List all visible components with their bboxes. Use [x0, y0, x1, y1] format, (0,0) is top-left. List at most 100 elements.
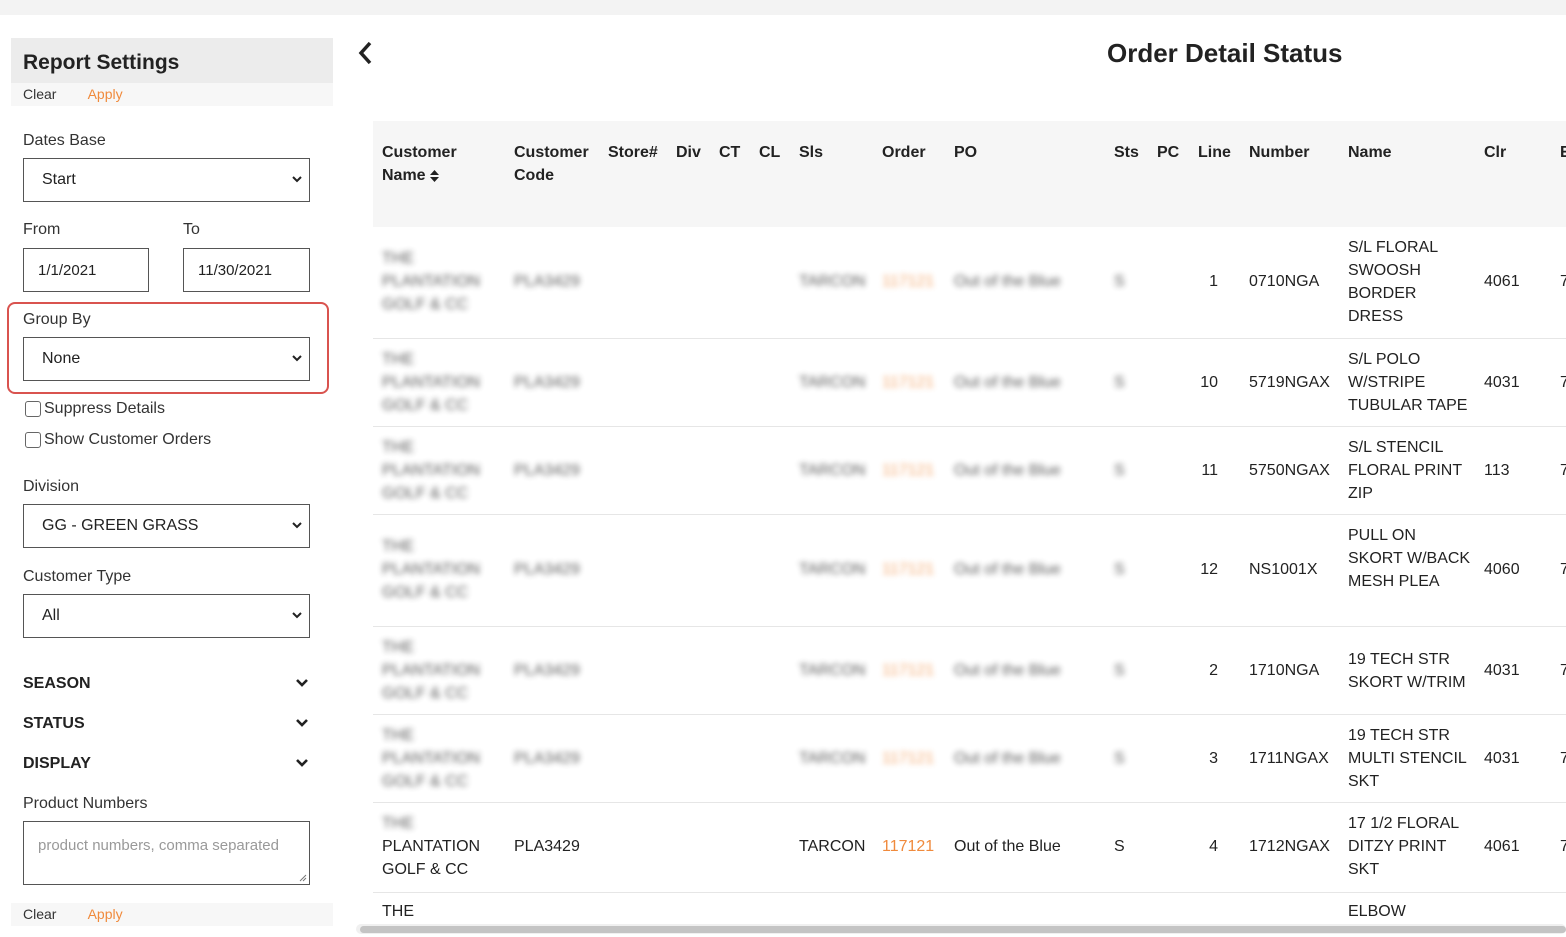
sls-cell: TARCON — [799, 662, 866, 679]
resize-grip-icon[interactable] — [299, 874, 307, 882]
chevron-down-icon[interactable] — [295, 757, 309, 769]
customer-code-cell: PLA3429 — [514, 273, 580, 290]
table-row[interactable]: THE PLANTATION GOLF & CC PLA3429 TARCON … — [373, 339, 1566, 427]
column-ct[interactable]: CT — [719, 141, 740, 164]
clear-button-bottom[interactable]: Clear — [23, 906, 56, 922]
customer-type-value: All — [42, 607, 60, 624]
dates-base-label: Dates Base — [23, 132, 106, 149]
table-row[interactable]: THE ELBOW — [373, 893, 1566, 921]
clr-cell: 113 — [1484, 462, 1510, 479]
po-cell: Out of the Blue — [954, 662, 1061, 679]
sts-cell: S — [1114, 838, 1125, 855]
checkbox-box[interactable] — [25, 432, 41, 448]
number-cell: 1711NGAX — [1249, 750, 1329, 767]
name-cell: 19 TECH STR MULTI STENCIL SKT — [1348, 727, 1467, 790]
customer-code-cell: PLA3429 — [514, 838, 580, 855]
show-customer-orders-label: Show Customer Orders — [44, 431, 212, 448]
page-title: Order Detail Status — [1107, 38, 1343, 68]
order-link[interactable]: 117121 — [882, 835, 934, 858]
line-cell: 10 — [1200, 374, 1218, 391]
division-select[interactable]: GG - GREEN GRASS — [23, 504, 310, 548]
number-cell: 1712NGAX — [1249, 838, 1330, 855]
sort-icon[interactable] — [430, 169, 440, 182]
suppress-details-checkbox[interactable]: Suppress Details — [25, 400, 165, 418]
customer-name-first-line: THE — [382, 815, 414, 832]
table-row[interactable]: THE PLANTATION GOLF & CC PLA3429 TARCON … — [373, 715, 1566, 803]
next-cell: 7 — [1560, 462, 1566, 479]
line-cell: 4 — [1209, 838, 1218, 855]
customer-code-cell: PLA3429 — [514, 561, 580, 578]
column-div[interactable]: Div — [676, 141, 701, 164]
show-customer-orders-checkbox[interactable]: Show Customer Orders — [25, 431, 211, 449]
sts-cell: S — [1114, 750, 1125, 767]
customer-name-cell: THE PLANTATION GOLF & CC — [382, 639, 481, 702]
po-cell: Out of the Blue — [954, 374, 1061, 391]
column-sls[interactable]: Sls — [799, 141, 823, 164]
apply-button-bottom[interactable]: Apply — [88, 906, 123, 922]
column-cl[interactable]: CL — [759, 141, 780, 164]
next-cell: 7 — [1560, 561, 1566, 578]
column-store[interactable]: Store# — [608, 141, 658, 164]
division-value: GG - GREEN GRASS — [42, 517, 199, 534]
table-row[interactable]: THE PLANTATION GOLF & CC PLA3429 TARCON … — [373, 227, 1566, 339]
order-link[interactable]: 117121 — [882, 371, 934, 394]
customer-type-select[interactable]: All — [23, 594, 310, 638]
chevron-down-icon[interactable] — [295, 677, 309, 689]
number-cell: 5719NGAX — [1249, 374, 1330, 391]
checkbox-box[interactable] — [25, 401, 41, 417]
bottom-actions: Clear Apply — [11, 903, 333, 926]
chevron-down-icon[interactable] — [295, 717, 309, 729]
order-link[interactable]: 117121 — [882, 459, 934, 482]
clr-cell: 4031 — [1484, 750, 1520, 767]
clr-cell: 4061 — [1484, 838, 1520, 855]
column-pc[interactable]: PC — [1157, 141, 1179, 164]
group-by-select[interactable]: None — [23, 337, 310, 381]
order-link[interactable]: 117121 — [882, 659, 934, 682]
order-link[interactable]: 117121 — [882, 558, 934, 581]
column-po[interactable]: PO — [954, 141, 977, 164]
customer-name-cell: THE PLANTATION GOLF & CC — [382, 250, 481, 313]
name-cell: 17 1/2 FLORAL DITZY PRINT SKT — [1348, 815, 1459, 878]
column-line[interactable]: Line — [1198, 141, 1231, 164]
column-customer-code[interactable]: Customer Code — [514, 141, 594, 187]
column-clr[interactable]: Clr — [1484, 141, 1506, 164]
horizontal-scrollbar[interactable] — [356, 924, 1566, 934]
column-sts[interactable]: Sts — [1114, 141, 1139, 164]
next-cell: 7 — [1560, 662, 1566, 679]
column-order[interactable]: Order — [882, 141, 926, 164]
clr-cell: 4061 — [1484, 273, 1520, 290]
scrollbar-thumb[interactable] — [360, 926, 1566, 933]
customer-name-cell: PLANTATION GOLF & CC — [382, 838, 481, 878]
back-arrow-icon[interactable] — [356, 40, 374, 66]
column-number[interactable]: Number — [1249, 141, 1309, 164]
table-row[interactable]: THE PLANTATION GOLF & CC PLA3429 TARCON … — [373, 627, 1566, 715]
group-by-label: Group By — [23, 311, 91, 328]
chevron-down-icon — [292, 522, 302, 529]
order-detail-table: Customer Name Customer Code Store# Div C… — [373, 121, 1566, 921]
table-row[interactable]: THE PLANTATION GOLF & CC PLA3429 TARCON … — [373, 515, 1566, 627]
next-cell: 7 — [1560, 838, 1566, 855]
season-section[interactable]: SEASON — [23, 675, 309, 693]
column-customer-name[interactable]: Customer Name — [382, 141, 492, 187]
apply-button[interactable]: Apply — [88, 86, 123, 102]
po-cell: Out of the Blue — [954, 750, 1061, 767]
display-section[interactable]: DISPLAY — [23, 755, 309, 773]
table-row[interactable]: THE PLANTATION GOLF & CC PLA3429 TARCON … — [373, 427, 1566, 515]
status-section[interactable]: STATUS — [23, 715, 309, 733]
clear-button[interactable]: Clear — [23, 86, 56, 102]
dates-base-select[interactable]: Start — [23, 158, 310, 202]
sls-cell: TARCON — [799, 561, 866, 578]
column-next[interactable]: E — [1560, 141, 1566, 164]
order-link[interactable]: 117121 — [882, 270, 934, 293]
order-link[interactable]: 117121 — [882, 747, 934, 770]
chevron-down-icon — [292, 612, 302, 619]
product-numbers-input[interactable]: product numbers, comma separated — [23, 821, 310, 885]
from-date-input[interactable]: 1/1/2021 — [23, 248, 149, 292]
suppress-details-label: Suppress Details — [44, 400, 165, 417]
column-name[interactable]: Name — [1348, 141, 1392, 164]
number-cell: 5750NGAX — [1249, 462, 1330, 479]
sls-cell: TARCON — [799, 462, 866, 479]
to-date-input[interactable]: 11/30/2021 — [183, 248, 310, 292]
customer-name-cell: THE — [382, 903, 414, 920]
table-row[interactable]: THE PLANTATION GOLF & CC PLA3429 TARCON … — [373, 803, 1566, 893]
